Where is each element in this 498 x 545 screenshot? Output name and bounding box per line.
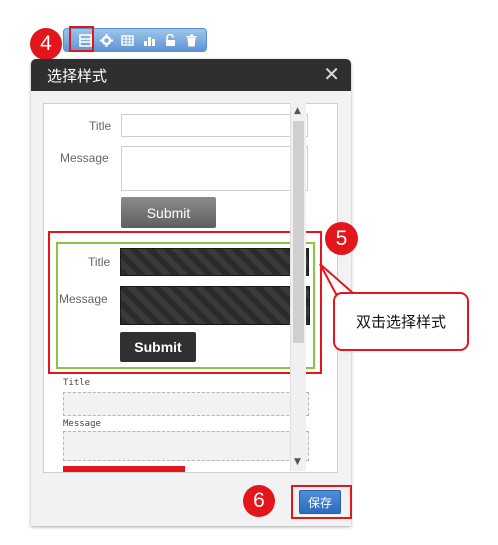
style3-title-label: Title: [63, 378, 91, 388]
style1-title-label: Title: [89, 119, 112, 133]
settings-button[interactable]: [98, 32, 114, 48]
chart-button[interactable]: [141, 32, 157, 48]
dialog-titlebar: 选择样式 ✕: [31, 59, 351, 91]
style3-message-label: Message: [63, 419, 101, 429]
save-highlight: [291, 485, 352, 519]
style1-title-field[interactable]: [121, 114, 308, 137]
instruction-callout: 双击选择样式: [333, 292, 469, 351]
style3-message-field[interactable]: [63, 431, 309, 461]
style2-title-label: Title: [88, 255, 111, 269]
gear-icon: [99, 33, 113, 47]
grid-icon: [120, 34, 134, 46]
scroll-up-icon[interactable]: ▲: [294, 106, 301, 116]
delete-button[interactable]: [183, 32, 199, 48]
style3-title-field[interactable]: [63, 392, 309, 416]
close-icon[interactable]: ✕: [323, 64, 340, 84]
unlock-button[interactable]: [162, 32, 178, 48]
dialog-title: 选择样式: [47, 67, 108, 85]
step-badge-5: 5: [325, 222, 358, 255]
scroll-thumb[interactable]: [293, 121, 304, 343]
style2-message-label: Message: [59, 292, 108, 306]
style2-message-field[interactable]: [120, 286, 310, 325]
style1-submit-button[interactable]: Submit: [121, 197, 216, 228]
toolbar-highlight: [69, 26, 94, 52]
chart-icon: [143, 36, 155, 46]
scrollbar[interactable]: ▲ ▼: [290, 103, 306, 471]
trash-icon: [186, 34, 196, 46]
step-badge-4: 4: [30, 28, 62, 60]
style2-submit-button[interactable]: Submit: [120, 332, 196, 362]
style2-title-field[interactable]: [120, 248, 309, 276]
step-badge-6: 6: [243, 485, 275, 517]
style1-message-field[interactable]: [121, 146, 308, 191]
scroll-down-icon[interactable]: ▼: [294, 457, 301, 467]
unlock-icon: [165, 33, 175, 46]
grid-button[interactable]: [119, 32, 135, 48]
style3-submit-partial[interactable]: [63, 466, 185, 472]
style1-message-label: Message: [60, 151, 109, 165]
